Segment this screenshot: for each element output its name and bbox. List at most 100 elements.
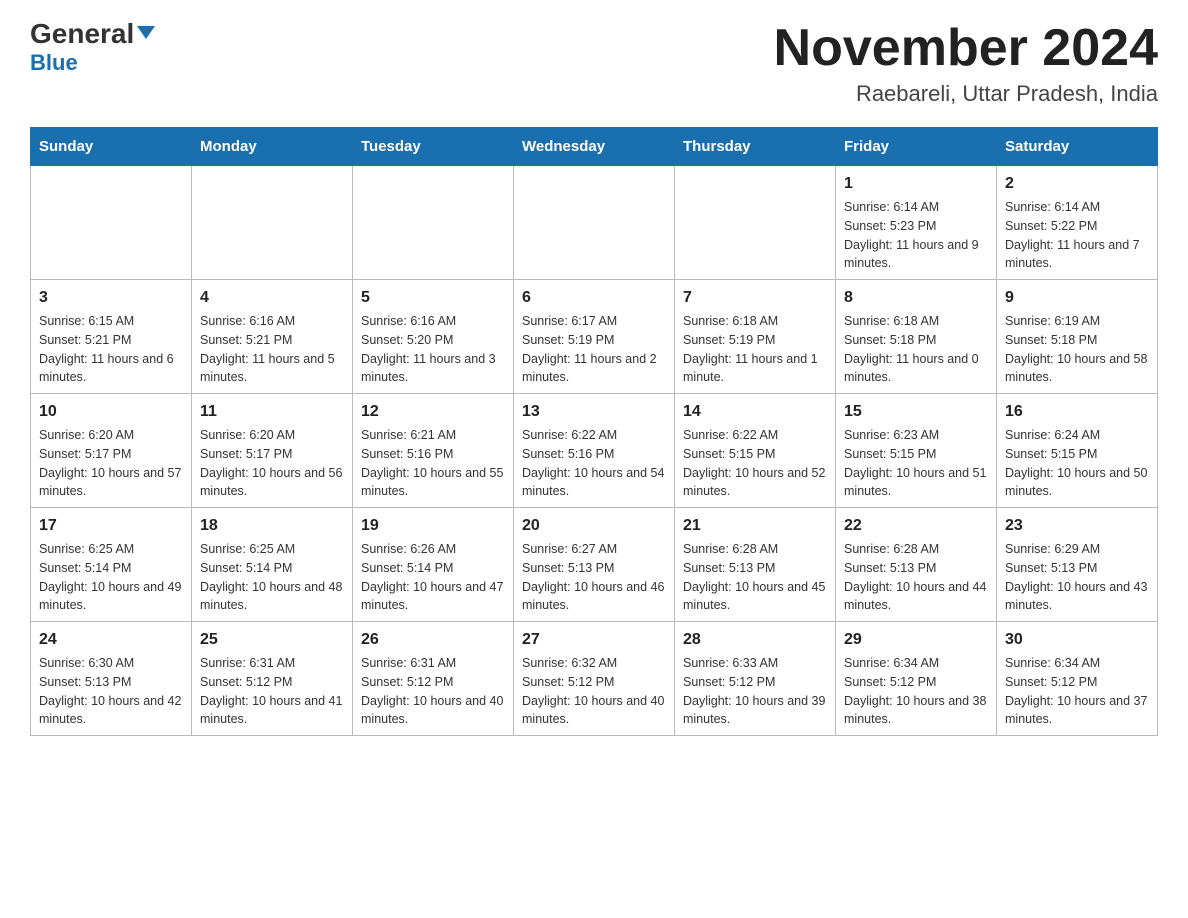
day-number: 18: [200, 514, 344, 538]
day-info-line: Sunrise: 6:32 AM: [522, 654, 666, 673]
day-info-line: Daylight: 10 hours and 47 minutes.: [361, 578, 505, 616]
header-friday: Friday: [836, 128, 997, 166]
day-info-line: Daylight: 10 hours and 48 minutes.: [200, 578, 344, 616]
day-number: 8: [844, 286, 988, 310]
calendar-week-row: 10Sunrise: 6:20 AMSunset: 5:17 PMDayligh…: [31, 394, 1158, 508]
calendar-cell: 12Sunrise: 6:21 AMSunset: 5:16 PMDayligh…: [353, 394, 514, 508]
calendar-cell: 8Sunrise: 6:18 AMSunset: 5:18 PMDaylight…: [836, 280, 997, 394]
day-info-line: Sunrise: 6:33 AM: [683, 654, 827, 673]
day-number: 30: [1005, 628, 1149, 652]
day-info-line: Sunset: 5:13 PM: [39, 673, 183, 692]
day-number: 2: [1005, 172, 1149, 196]
day-number: 7: [683, 286, 827, 310]
calendar-week-row: 3Sunrise: 6:15 AMSunset: 5:21 PMDaylight…: [31, 280, 1158, 394]
calendar-cell: 18Sunrise: 6:25 AMSunset: 5:14 PMDayligh…: [192, 508, 353, 622]
calendar-cell: [192, 166, 353, 280]
day-info-line: Sunrise: 6:19 AM: [1005, 312, 1149, 331]
day-info-line: Sunset: 5:12 PM: [522, 673, 666, 692]
day-info-line: Daylight: 10 hours and 56 minutes.: [200, 464, 344, 502]
day-number: 1: [844, 172, 988, 196]
calendar-cell: 22Sunrise: 6:28 AMSunset: 5:13 PMDayligh…: [836, 508, 997, 622]
day-info-line: Sunrise: 6:34 AM: [844, 654, 988, 673]
calendar-cell: 28Sunrise: 6:33 AMSunset: 5:12 PMDayligh…: [675, 622, 836, 736]
calendar-cell: 24Sunrise: 6:30 AMSunset: 5:13 PMDayligh…: [31, 622, 192, 736]
day-info-line: Sunrise: 6:16 AM: [200, 312, 344, 331]
calendar-cell: 4 Sunrise: 6:16 AMSunset: 5:21 PMDaylight…: [192, 280, 353, 394]
day-info-line: Sunrise: 6:30 AM: [39, 654, 183, 673]
day-info-line: Sunset: 5:13 PM: [683, 559, 827, 578]
header-saturday: Saturday: [997, 128, 1158, 166]
location-subtitle: Raebareli, Uttar Pradesh, India: [774, 81, 1158, 107]
day-info-line: Sunset: 5:23 PM: [844, 217, 988, 236]
day-info-line: Sunrise: 6:23 AM: [844, 426, 988, 445]
day-info-line: Daylight: 10 hours and 43 minutes.: [1005, 578, 1149, 616]
calendar-cell: [514, 166, 675, 280]
day-info-line: Sunset: 5:15 PM: [1005, 445, 1149, 464]
day-number: 26: [361, 628, 505, 652]
day-info-line: Sunrise: 6:31 AM: [361, 654, 505, 673]
day-info-line: Sunset: 5:12 PM: [844, 673, 988, 692]
day-info-line: Daylight: 10 hours and 42 minutes.: [39, 692, 183, 730]
calendar-cell: 17Sunrise: 6:25 AMSunset: 5:14 PMDayligh…: [31, 508, 192, 622]
calendar-cell: 27Sunrise: 6:32 AMSunset: 5:12 PMDayligh…: [514, 622, 675, 736]
calendar-week-row: 1Sunrise: 6:14 AMSunset: 5:23 PMDaylight…: [31, 166, 1158, 280]
day-number: 3: [39, 286, 183, 310]
page-header: General Blue November 2024 Raebareli, Ut…: [30, 20, 1158, 107]
day-info-line: Sunrise: 6:20 AM: [200, 426, 344, 445]
day-number: 9: [1005, 286, 1149, 310]
month-title: November 2024: [774, 20, 1158, 77]
day-info-line: Daylight: 10 hours and 39 minutes.: [683, 692, 827, 730]
day-number: 20: [522, 514, 666, 538]
calendar-cell: 9Sunrise: 6:19 AMSunset: 5:18 PMDaylight…: [997, 280, 1158, 394]
day-number: 13: [522, 400, 666, 424]
calendar-cell: [675, 166, 836, 280]
day-info-line: Sunrise: 6:20 AM: [39, 426, 183, 445]
day-info-line: Daylight: 10 hours and 37 minutes.: [1005, 692, 1149, 730]
day-info-line: Sunrise: 6:25 AM: [39, 540, 183, 559]
day-number: 29: [844, 628, 988, 652]
day-info-line: Daylight: 10 hours and 52 minutes.: [683, 464, 827, 502]
calendar-cell: 14 Sunrise: 6:22 AMSunset: 5:15 PMDayligh…: [675, 394, 836, 508]
day-info-line: Daylight: 10 hours and 46 minutes.: [522, 578, 666, 616]
logo-main-text: General: [30, 20, 155, 48]
calendar-cell: 21Sunrise: 6:28 AMSunset: 5:13 PMDayligh…: [675, 508, 836, 622]
day-number: 21: [683, 514, 827, 538]
day-info-line: Sunset: 5:21 PM: [39, 331, 183, 350]
day-number: 14: [683, 400, 827, 424]
day-info-line: Sunrise: 6:28 AM: [844, 540, 988, 559]
day-info-line: Daylight: 10 hours and 55 minutes.: [361, 464, 505, 502]
day-info-line: Sunset: 5:20 PM: [361, 331, 505, 350]
day-number: 22: [844, 514, 988, 538]
calendar-cell: 19Sunrise: 6:26 AMSunset: 5:14 PMDayligh…: [353, 508, 514, 622]
day-info-line: Sunrise: 6:15 AM: [39, 312, 183, 331]
day-info-line: Daylight: 11 hours and 5 minutes.: [200, 350, 344, 388]
day-info-line: Sunset: 5:21 PM: [200, 331, 344, 350]
day-info-line: Daylight: 10 hours and 58 minutes.: [1005, 350, 1149, 388]
day-number: 6: [522, 286, 666, 310]
calendar-cell: 20Sunrise: 6:27 AMSunset: 5:13 PMDayligh…: [514, 508, 675, 622]
day-info-line: Sunrise: 6:22 AM: [683, 426, 827, 445]
logo-blue-text: Blue: [30, 50, 78, 76]
calendar-cell: 11Sunrise: 6:20 AMSunset: 5:17 PMDayligh…: [192, 394, 353, 508]
day-number: 17: [39, 514, 183, 538]
day-info-line: Sunrise: 6:17 AM: [522, 312, 666, 331]
day-info-line: Daylight: 10 hours and 51 minutes.: [844, 464, 988, 502]
day-info-line: Sunrise: 6:16 AM: [361, 312, 505, 331]
day-info-line: Daylight: 11 hours and 3 minutes.: [361, 350, 505, 388]
day-info-line: Sunrise: 6:29 AM: [1005, 540, 1149, 559]
calendar-week-row: 17Sunrise: 6:25 AMSunset: 5:14 PMDayligh…: [31, 508, 1158, 622]
day-info-line: Daylight: 11 hours and 6 minutes.: [39, 350, 183, 388]
day-info-line: Sunset: 5:16 PM: [361, 445, 505, 464]
day-info-line: Sunrise: 6:27 AM: [522, 540, 666, 559]
calendar-cell: 15Sunrise: 6:23 AMSunset: 5:15 PMDayligh…: [836, 394, 997, 508]
day-info-line: Sunset: 5:15 PM: [683, 445, 827, 464]
day-info-line: Sunset: 5:19 PM: [522, 331, 666, 350]
day-number: 4: [200, 286, 344, 310]
title-block: November 2024 Raebareli, Uttar Pradesh, …: [774, 20, 1158, 107]
day-number: 11: [200, 400, 344, 424]
day-number: 28: [683, 628, 827, 652]
day-info-line: Daylight: 10 hours and 41 minutes.: [200, 692, 344, 730]
day-number: 27: [522, 628, 666, 652]
calendar-cell: 10Sunrise: 6:20 AMSunset: 5:17 PMDayligh…: [31, 394, 192, 508]
day-info-line: Daylight: 11 hours and 0 minutes.: [844, 350, 988, 388]
